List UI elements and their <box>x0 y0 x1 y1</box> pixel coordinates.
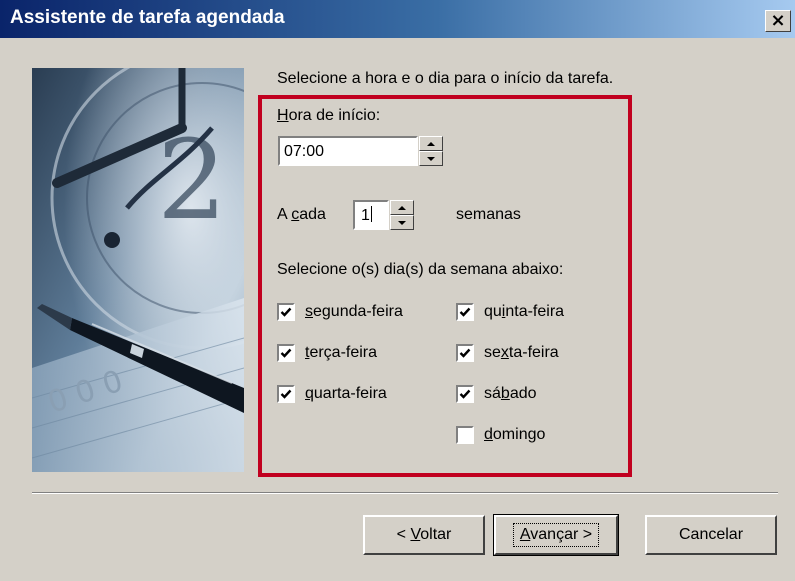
footer-divider <box>32 492 778 494</box>
instruction-text: Selecione a hora e o dia para o início d… <box>277 70 614 87</box>
clock-and-pen-illustration: 2 0 0 0 <box>32 68 244 472</box>
scheduled-task-wizard-dialog: Assistente de tarefa agendada × 2 0 0 0 … <box>0 0 795 581</box>
next-button-label: Avançar > <box>512 523 600 547</box>
cancel-button[interactable]: Cancelar <box>645 515 777 555</box>
next-button[interactable]: Avançar > <box>493 514 619 556</box>
wizard-image: 2 0 0 0 <box>32 68 244 472</box>
title-bar[interactable]: Assistente de tarefa agendada × <box>0 0 795 38</box>
back-button[interactable]: < Voltar <box>363 515 485 555</box>
close-icon: × <box>770 10 786 31</box>
cancel-button-label: Cancelar <box>678 526 744 543</box>
back-button-label: < Voltar <box>396 526 452 543</box>
close-button[interactable]: × <box>765 10 791 32</box>
highlight-annotation <box>258 95 632 477</box>
window-title: Assistente de tarefa agendada <box>10 7 285 28</box>
